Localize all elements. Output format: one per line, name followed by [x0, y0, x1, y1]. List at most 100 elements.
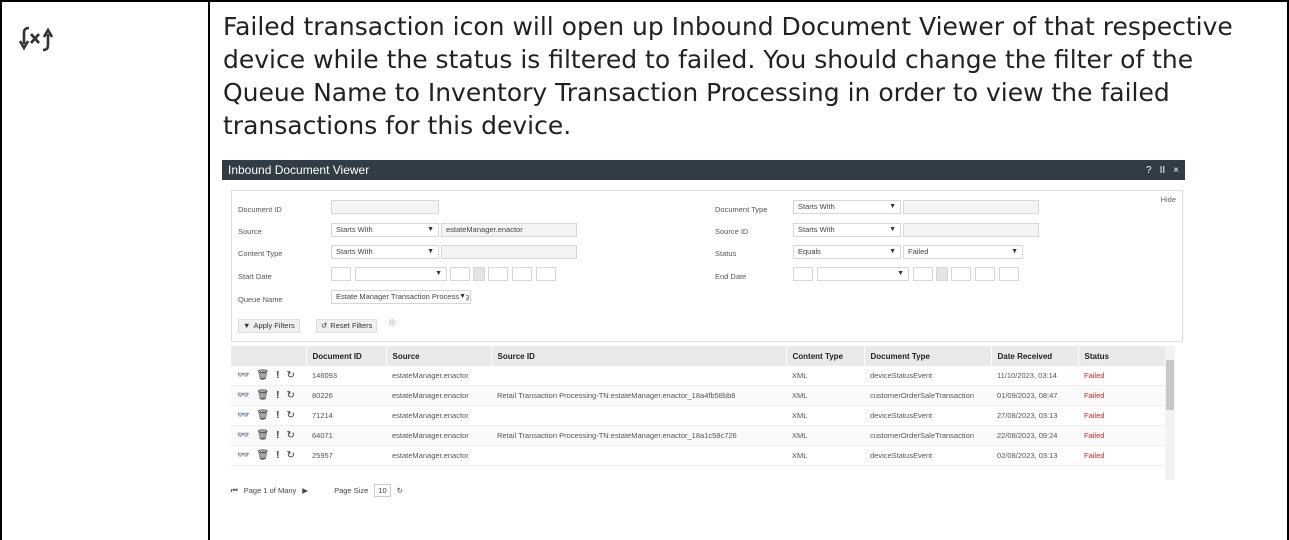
start-date-year-input[interactable]	[450, 267, 470, 281]
exclamation-icon[interactable]: !	[276, 410, 279, 421]
view-icon[interactable]: 👓	[237, 450, 249, 461]
document-id-cell: 25957	[306, 445, 386, 466]
first-page-icon[interactable]: ⏮	[231, 486, 238, 496]
end-date-day-input[interactable]	[793, 267, 813, 281]
source-id-cell	[491, 405, 786, 426]
source-id-cell	[491, 445, 786, 466]
description-text: Failed transaction icon will open up Inb…	[223, 12, 1233, 140]
source-id-input[interactable]	[903, 223, 1039, 237]
date-received-cell: 11/10/2023, 03:14	[991, 366, 1078, 386]
refresh-icon[interactable]: ↻	[397, 486, 403, 495]
retry-icon[interactable]: ↻	[287, 370, 295, 381]
document-id-label: Document ID	[238, 205, 282, 214]
content-type-cell: XML	[786, 385, 864, 406]
source-id-cell	[491, 366, 786, 386]
status-cell: Failed	[1078, 425, 1171, 446]
exclamation-icon[interactable]: !	[276, 370, 279, 381]
results-grid: Document ID Source Source ID Content Typ…	[231, 346, 1172, 480]
view-icon[interactable]: 👓	[237, 430, 249, 441]
end-date-month-select[interactable]: ▼	[817, 267, 909, 281]
grid-scrollbar[interactable]	[1165, 346, 1175, 480]
end-date-minute-input[interactable]	[975, 267, 995, 281]
start-date-second-input[interactable]	[536, 267, 556, 281]
start-date-minute-input[interactable]	[512, 267, 532, 281]
viewer-title: Inbound Document Viewer	[228, 163, 370, 177]
document-type-operator-select[interactable]: Starts With ▼	[793, 200, 901, 214]
pager: ⏮ Page 1 of Many ▶ Page Size 10 ↻	[231, 484, 403, 497]
source-operator-select[interactable]: Starts With ▼	[331, 223, 439, 237]
retry-icon[interactable]: ↻	[287, 390, 295, 401]
retry-icon[interactable]: ↻	[287, 430, 295, 441]
end-date-picker-button[interactable]	[936, 267, 948, 281]
column-header[interactable]: Content Type	[786, 346, 865, 366]
help-button[interactable]: ?	[1146, 165, 1152, 176]
view-icon[interactable]: 👓	[237, 410, 249, 421]
view-icon[interactable]: 👓	[237, 370, 249, 381]
start-date-label: Start Date	[238, 272, 272, 281]
end-date-year-input[interactable]	[913, 267, 933, 281]
exclamation-icon[interactable]: !	[276, 430, 279, 441]
status-cell: Failed	[1078, 405, 1171, 426]
content-type-operator-select[interactable]: Starts With ▼	[331, 245, 439, 259]
source-id-label: Source ID	[715, 227, 749, 236]
table-left-border	[0, 0, 2, 540]
content-type-label: Content Type	[238, 249, 283, 258]
document-type-cell: customerOrderSaleTransaction	[864, 425, 991, 446]
reset-filters-button[interactable]: ↺ Reset Filters	[316, 319, 378, 333]
content-type-input[interactable]	[441, 245, 577, 259]
end-date-second-input[interactable]	[999, 267, 1019, 281]
column-header[interactable]: Document ID	[306, 346, 387, 366]
exclamation-icon[interactable]: !	[276, 450, 279, 461]
source-label: Source	[238, 227, 262, 236]
delete-icon[interactable]: 🗑	[256, 370, 269, 381]
column-header[interactable]: Source ID	[491, 346, 787, 366]
retry-icon[interactable]: ↻	[287, 410, 295, 421]
column-header[interactable]: Status	[1078, 346, 1172, 366]
start-date-hour-input[interactable]	[488, 267, 508, 281]
document-id-cell: 64071	[306, 425, 386, 446]
delete-icon[interactable]: 🗑	[256, 410, 269, 421]
inbound-document-viewer: Inbound Document Viewer ? II × Hide Docu…	[222, 160, 1185, 497]
end-date-hour-input[interactable]	[951, 267, 971, 281]
date-received-cell: 22/08/2023, 09:24	[991, 425, 1078, 446]
exclamation-icon[interactable]: !	[276, 390, 279, 401]
table-row[interactable]: 👓 🗑! ↻ 71214 estateManager.enactor XML dev…	[231, 405, 1171, 426]
source-id-operator-select[interactable]: Starts With ▼	[793, 223, 901, 237]
apply-filters-button[interactable]: ▼ Apply Filters	[238, 319, 300, 333]
hide-link[interactable]: Hide	[1161, 195, 1176, 204]
column-header[interactable]: Source	[386, 346, 492, 366]
view-icon[interactable]: 👓	[237, 390, 249, 401]
table-row[interactable]: 👓 🗑! ↻ 146093 estateManager.enactor XML de…	[231, 366, 1171, 386]
page-size-input[interactable]: 10	[374, 484, 391, 497]
content-type-cell: XML	[786, 366, 864, 386]
source-input[interactable]: estateManager.enactor	[441, 223, 577, 237]
document-id-input[interactable]	[331, 200, 439, 214]
close-button[interactable]: ×	[1173, 165, 1179, 176]
source-cell: estateManager.enactor	[386, 405, 491, 426]
scrollbar-thumb[interactable]	[1166, 360, 1174, 410]
delete-icon[interactable]: 🗑	[256, 390, 269, 401]
queue-name-select[interactable]: Estate Manager Transaction Processing ▼	[331, 290, 471, 304]
next-page-icon[interactable]: ▶	[302, 486, 308, 495]
start-date-picker-button[interactable]	[473, 267, 485, 281]
document-id-cell: 80226	[306, 385, 386, 406]
table-row[interactable]: 👓 🗑! ↻ 25957 estateManager.enactor XML dev…	[231, 445, 1171, 466]
date-received-cell: 01/09/2023, 08:47	[991, 385, 1078, 406]
status-operator-select[interactable]: Equals ▼	[793, 245, 901, 259]
table-row[interactable]: 👓 🗑! ↻ 64071 estateManager.enactor Retail …	[231, 425, 1171, 446]
column-header[interactable]: Document Type	[864, 346, 992, 366]
status-value-select[interactable]: Failed ▼	[903, 245, 1023, 259]
start-date-day-input[interactable]	[331, 267, 351, 281]
date-received-cell: 27/08/2023, 03:13	[991, 405, 1078, 426]
document-type-input[interactable]	[903, 200, 1039, 214]
source-cell: estateManager.enactor	[386, 425, 491, 446]
start-date-month-select[interactable]: ▼	[355, 267, 447, 281]
pause-button[interactable]: II	[1160, 165, 1166, 176]
delete-icon[interactable]: 🗑	[256, 430, 269, 441]
content-type-cell: XML	[786, 405, 864, 426]
table-row[interactable]: 👓 🗑! ↻ 80226 estateManager.enactor Retail …	[231, 385, 1171, 406]
delete-icon[interactable]: 🗑	[256, 450, 269, 461]
viewer-titlebar: Inbound Document Viewer ? II ×	[222, 160, 1185, 180]
retry-icon[interactable]: ↻	[287, 450, 295, 461]
column-header[interactable]: Date Received	[991, 346, 1079, 366]
